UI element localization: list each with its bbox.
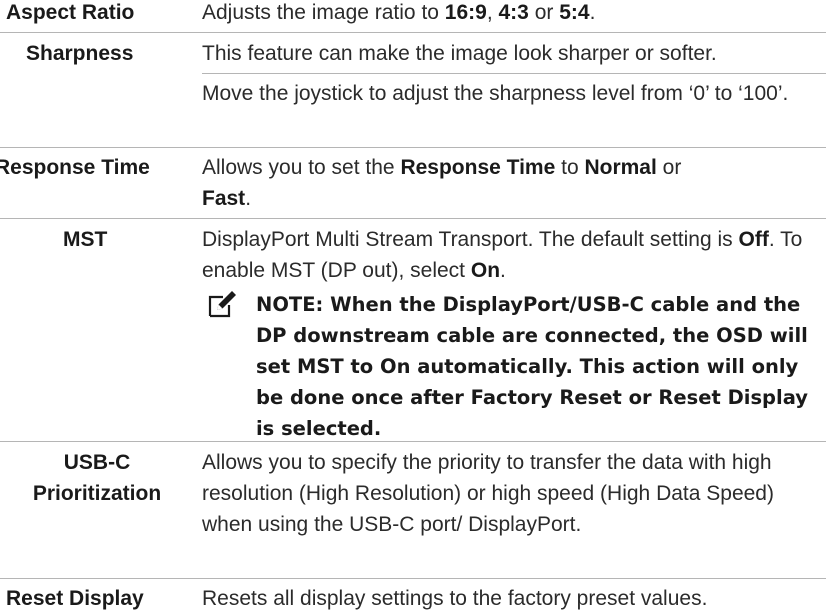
desc-end: . (589, 1, 596, 24)
desc-sep: , (486, 1, 499, 24)
option-4-3: 4:3 (498, 1, 529, 24)
desc-text: DisplayPort Multi Stream Transport. The … (202, 228, 739, 251)
option-5-4: 5:4 (559, 1, 590, 24)
row-label-mst: MST (63, 228, 108, 251)
desc-text: Adjusts the image ratio to (202, 1, 445, 24)
row-desc-response-time: Allows you to set the Response Time to N… (202, 152, 824, 214)
label-line: USB-C (63, 451, 131, 474)
option-fast: Fast (202, 187, 246, 210)
desc-paragraph: Resets all display settings to the facto… (202, 587, 708, 610)
desc-paragraph: Move the joystick to adjust the sharpnes… (202, 82, 789, 105)
desc-paragraph: Allows you to specify the priority to tr… (202, 451, 774, 536)
option-normal: Normal (584, 156, 657, 179)
divider (0, 218, 826, 219)
row-desc-reset-display: Resets all display settings to the facto… (202, 583, 824, 614)
row-desc-sharpness: This feature can make the image look sha… (202, 38, 824, 69)
desc-text: Allows you to set the (202, 156, 401, 179)
row-label-sharpness: Sharpness (26, 42, 134, 65)
row-desc-sharpness-2: Move the joystick to adjust the sharpnes… (202, 78, 824, 109)
desc-text: to (555, 156, 585, 179)
option-16-9: 16:9 (444, 1, 487, 24)
divider (0, 578, 826, 579)
row-label-reset-display: Reset Display (6, 587, 144, 610)
desc-text: or (656, 156, 682, 179)
row-label-usbc-prioritization: USB-C Prioritization (0, 447, 194, 509)
option-off: Off (738, 228, 769, 251)
row-desc-aspect-ratio: Adjusts the image ratio to 16:9, 4:3 or … (202, 0, 824, 28)
row-label-response-time: Response Time (0, 156, 150, 179)
desc-end: . (245, 187, 252, 210)
pencil-note-icon (208, 291, 236, 318)
divider (0, 147, 826, 148)
desc-end: . (500, 259, 506, 282)
mst-note: NOTE: When the DisplayPort/USB-C cable a… (256, 293, 808, 440)
divider (0, 32, 826, 33)
row-desc-mst: DisplayPort Multi Stream Transport. The … (202, 224, 824, 286)
desc-paragraph: This feature can make the image look sha… (202, 42, 717, 65)
row-label-aspect-ratio: Aspect Ratio (6, 1, 135, 24)
divider (202, 73, 826, 74)
term-response-time: Response Time (400, 156, 556, 179)
row-desc-usbc-prioritization: Allows you to specify the priority to tr… (202, 447, 802, 540)
divider (0, 441, 826, 442)
label-line: Prioritization (32, 482, 162, 505)
desc-sep: or (528, 1, 560, 24)
option-on: On (470, 259, 501, 282)
